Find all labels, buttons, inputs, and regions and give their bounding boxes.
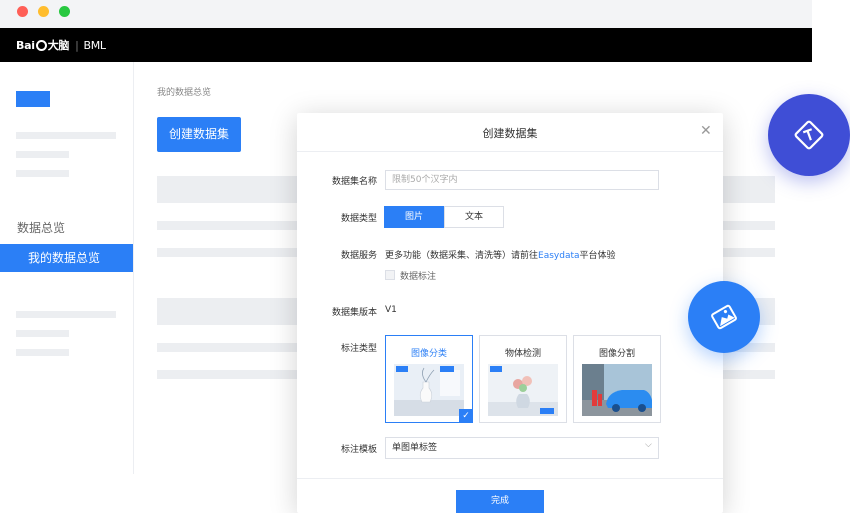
close-icon[interactable]: ✕ bbox=[700, 123, 712, 139]
sidebar-placeholder-line bbox=[16, 330, 69, 337]
window-titlebar bbox=[0, 0, 812, 28]
dataset-name-label: 数据集名称 bbox=[331, 177, 377, 187]
create-dataset-dialog: 创建数据集 ✕ 数据集名称 限制50个汉字内 数据类型 图片 文本 数据服务 更… bbox=[297, 113, 723, 513]
data-service-text: 更多功能（数据采集、清洗等）请前往Easydata平台体验 bbox=[385, 248, 616, 261]
dialog-footer-divider bbox=[297, 478, 723, 479]
sidebar-item-my-data-overview[interactable]: 我的数据总览 bbox=[0, 244, 133, 272]
dataset-name-input[interactable]: 限制50个汉字内 bbox=[385, 170, 659, 190]
paw-icon bbox=[35, 39, 47, 51]
dataset-version-label: 数据集版本 bbox=[331, 308, 377, 318]
maximize-window-dot[interactable] bbox=[59, 6, 70, 17]
image-annotation-icon bbox=[688, 281, 760, 353]
sidebar-placeholder-line bbox=[16, 151, 69, 158]
card-title: 图像分类 bbox=[410, 349, 447, 359]
sidebar-placeholder-line bbox=[16, 132, 116, 139]
data-type-option-text[interactable]: 文本 bbox=[444, 206, 504, 228]
data-type-option-image[interactable]: 图片 bbox=[384, 206, 444, 228]
sidebar-logo-block bbox=[16, 91, 50, 107]
card-title: 图像分割 bbox=[598, 349, 635, 359]
close-window-dot[interactable] bbox=[17, 6, 28, 17]
logo-text-left: Bai bbox=[16, 38, 35, 52]
annotation-type-card-image-segmentation[interactable]: 图像分割 bbox=[573, 335, 661, 423]
sidebar-placeholder-line bbox=[16, 349, 69, 356]
chevron-down-icon[interactable]: ⌵ bbox=[645, 440, 652, 450]
text-annotation-icon bbox=[768, 94, 850, 176]
card-title: 物体检测 bbox=[504, 349, 541, 359]
dialog-title: 创建数据集 bbox=[482, 127, 538, 140]
annotation-type-label: 标注类型 bbox=[340, 344, 377, 354]
product-name: BML bbox=[83, 38, 107, 52]
data-type-label: 数据类型 bbox=[340, 214, 377, 224]
sidebar-section-label: 数据总览 bbox=[17, 221, 66, 235]
data-annotation-checkbox[interactable] bbox=[385, 270, 395, 280]
dataset-version-value: V1 bbox=[385, 305, 397, 315]
breadcrumb: 我的数据总览 bbox=[157, 88, 212, 98]
selected-check-icon: ✓ bbox=[459, 409, 473, 423]
logo-text-right: 大脑 bbox=[47, 39, 70, 52]
annotation-type-card-object-detection[interactable]: 物体检测 bbox=[479, 335, 567, 423]
data-annotation-checkbox-label: 数据标注 bbox=[400, 272, 437, 282]
minimize-window-dot[interactable] bbox=[38, 6, 49, 17]
street-sample-image bbox=[582, 364, 652, 416]
create-dataset-button[interactable]: 创建数据集 bbox=[157, 117, 241, 152]
service-text-post: 平台体验 bbox=[579, 251, 616, 261]
sidebar-placeholder-line bbox=[16, 311, 116, 318]
service-text-pre: 更多功能（数据采集、清洗等）请前往 bbox=[385, 251, 539, 261]
logo-divider: | bbox=[75, 38, 79, 52]
dialog-header-divider bbox=[297, 151, 723, 152]
vase-sample-image bbox=[394, 364, 464, 416]
sidebar-placeholder-line bbox=[16, 170, 69, 177]
easydata-link[interactable]: Easydata bbox=[538, 251, 580, 261]
annotation-type-card-image-classification[interactable]: 图像分类 ✓ bbox=[385, 335, 473, 423]
data-service-label: 数据服务 bbox=[340, 251, 377, 261]
baidu-brain-logo[interactable]: Bai 大脑 | BML bbox=[16, 38, 107, 53]
done-button[interactable]: 完成 bbox=[456, 490, 544, 513]
app-header bbox=[0, 28, 812, 62]
annotation-template-select[interactable]: 单图单标签 bbox=[385, 437, 659, 459]
flower-vase-sample-image bbox=[488, 364, 558, 416]
annotation-template-label: 标注模板 bbox=[340, 445, 377, 455]
